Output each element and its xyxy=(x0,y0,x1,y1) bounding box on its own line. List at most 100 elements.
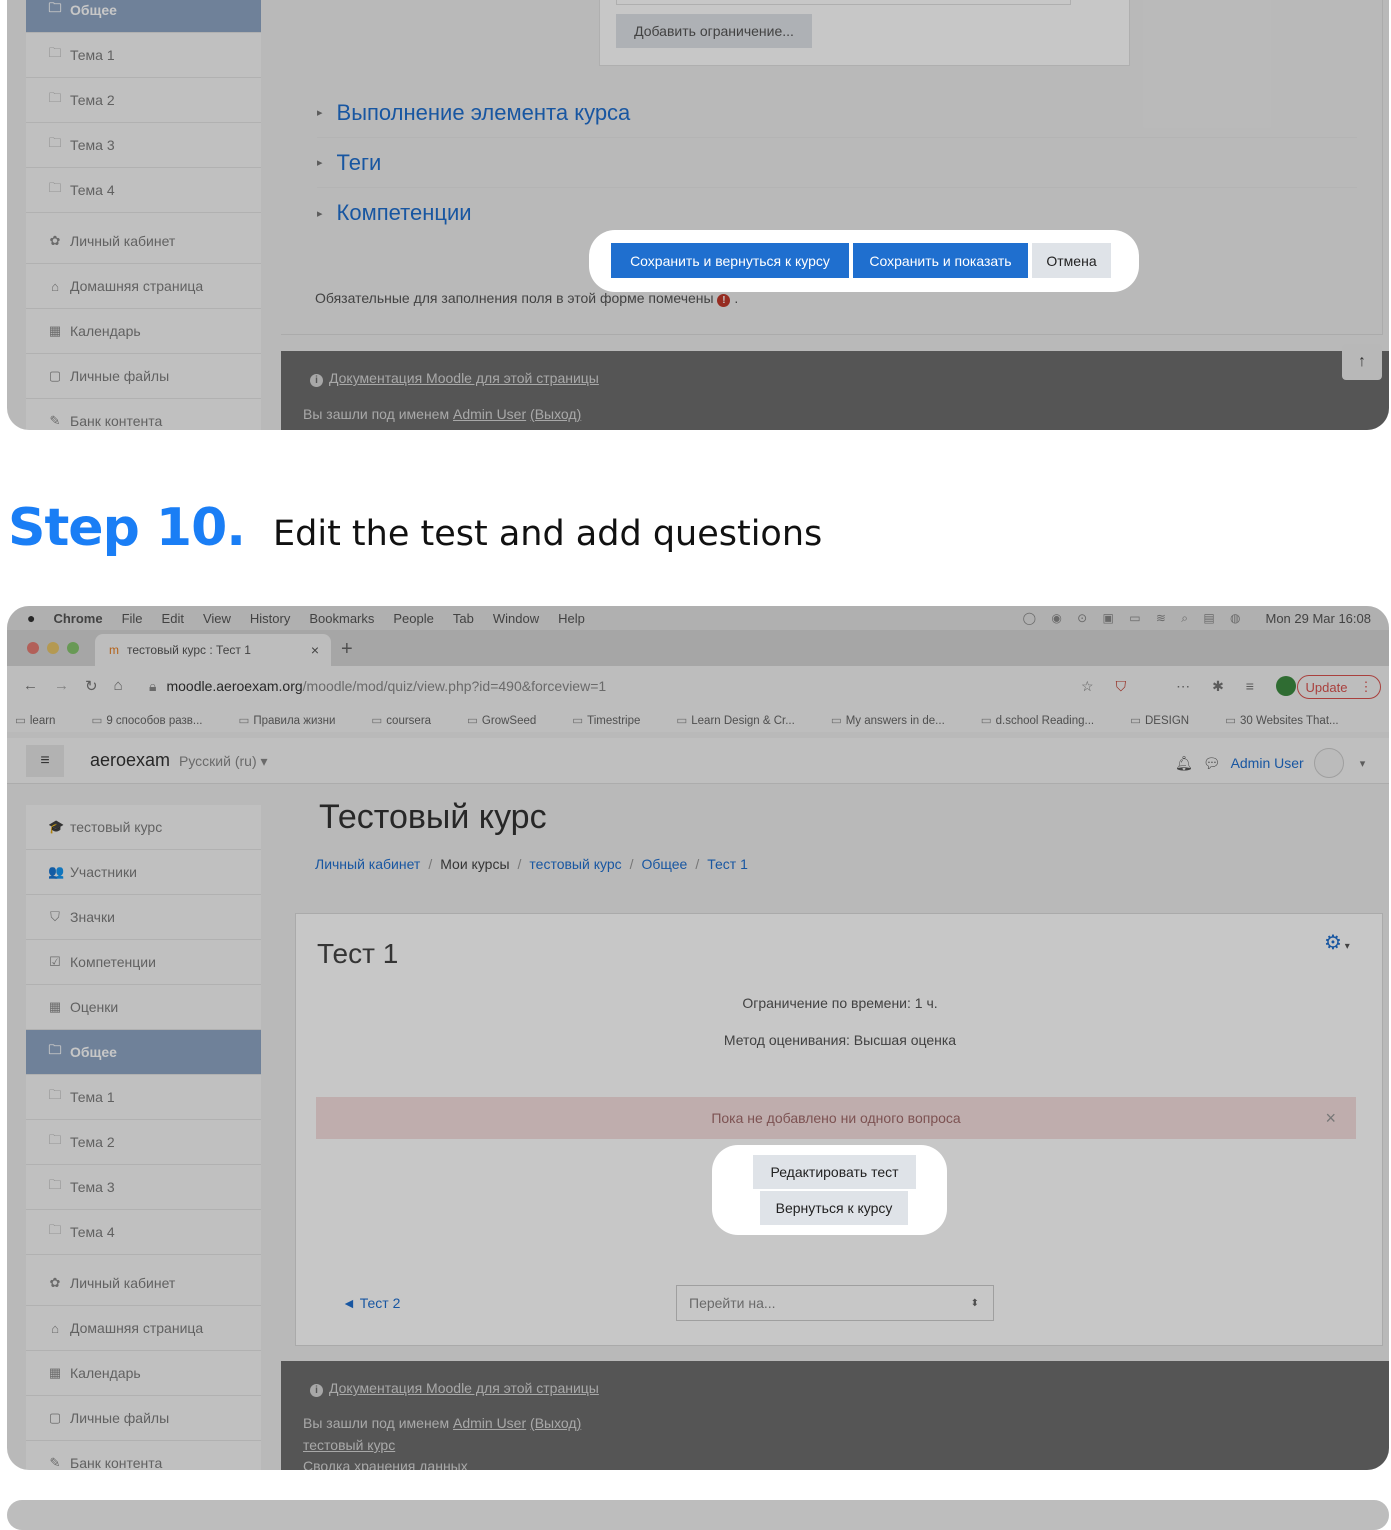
menu-item-tab[interactable]: Tab xyxy=(453,611,474,626)
menu-item-edit[interactable]: Edit xyxy=(162,611,184,626)
save-show-button[interactable]: Сохранить и показать xyxy=(853,243,1028,278)
sidebar-item-5[interactable]: 🗀 Тема 4 xyxy=(26,168,261,213)
sidebar-item-4[interactable]: ☑ Компетенции xyxy=(26,940,261,985)
sidebar-item-14[interactable]: ▢ Личные файлы xyxy=(26,1396,261,1441)
user-name[interactable]: Admin User xyxy=(1231,755,1304,771)
url-field[interactable]: 🔒︎ moodle.aeroexam.org/moodle/mod/quiz/vi… xyxy=(149,678,606,695)
logout-link[interactable]: (Выход) xyxy=(530,406,581,422)
bookmark-item[interactable]: ▭ 30 Websites That... xyxy=(1225,713,1357,727)
chat-icon[interactable]: 💬︎ xyxy=(1203,755,1221,772)
cancel-button[interactable]: Отмена xyxy=(1032,243,1111,278)
bookmark-item[interactable]: ▭ d.school Reading... xyxy=(981,713,1112,727)
settings-menu[interactable]: ⚙ ▾ xyxy=(1324,930,1350,955)
save-return-button[interactable]: Сохранить и вернуться к курсу xyxy=(611,243,849,278)
forward-icon[interactable]: → xyxy=(54,677,69,695)
sidebar-item-11[interactable]: ✿ Личный кабинет xyxy=(26,1261,261,1306)
minimize-window-icon[interactable] xyxy=(47,642,59,654)
new-tab-button[interactable]: + xyxy=(341,638,353,661)
jump-to-select[interactable]: Перейти на... ⬍ xyxy=(676,1285,994,1321)
sidebar-item-8[interactable]: 🗀 Тема 2 xyxy=(26,1120,261,1165)
breadcrumb-item[interactable]: тестовый курс xyxy=(529,856,621,872)
home-icon[interactable]: ⌂ xyxy=(114,677,123,695)
bookmark-item[interactable]: ▭ 9 способов разв... xyxy=(91,713,220,727)
close-alert-icon[interactable]: × xyxy=(1325,1108,1336,1129)
menu-item-people[interactable]: People xyxy=(393,611,433,626)
user-link[interactable]: Admin User xyxy=(453,406,526,422)
sidebar-item-3[interactable]: ⛉ Значки xyxy=(26,895,261,940)
bookmark-item[interactable]: ▭ GrowSeed xyxy=(467,713,554,727)
sidebar-item-9[interactable]: 🗀 Тема 3 xyxy=(26,1165,261,1210)
sidebar-item-9[interactable]: ▢ Личные файлы xyxy=(26,354,261,399)
bookmark-item[interactable]: ▭ coursera xyxy=(371,713,449,727)
bookmark-item[interactable]: ▭ DESIGN xyxy=(1130,713,1207,727)
sidebar-item-10[interactable]: ✎ Банк контента xyxy=(26,399,261,430)
reading-list-icon[interactable]: ≡ xyxy=(1246,678,1254,694)
extension-icon[interactable]: ⋯ xyxy=(1176,678,1190,695)
add-restriction-button[interactable]: Добавить ограничение... xyxy=(616,14,812,48)
sidebar-item-1[interactable]: 🗀 Общее xyxy=(26,0,261,33)
profile-avatar-icon[interactable] xyxy=(1275,676,1296,696)
menu-item-chrome[interactable]: Chrome xyxy=(53,611,102,626)
maximize-window-icon[interactable] xyxy=(67,642,79,654)
section-completion[interactable]: ▸ Выполнение элемента курса xyxy=(317,88,1357,138)
bell-icon[interactable]: 🔔︎ xyxy=(1175,755,1193,772)
bookmark-item[interactable]: ▭ learn xyxy=(15,713,73,727)
logout-link[interactable]: (Выход) xyxy=(530,1415,581,1431)
sidebar-item-12[interactable]: ⌂ Домашняя страница xyxy=(26,1306,261,1351)
graduation-cap-icon: 🎓 xyxy=(48,819,65,834)
previous-activity-link[interactable]: ◄ Тест 2 xyxy=(342,1295,400,1311)
data-retention-link[interactable]: Сводка хранения данных xyxy=(303,1458,468,1470)
edit-quiz-button[interactable]: Редактировать тест xyxy=(753,1155,916,1189)
sidebar-item-2[interactable]: 👥 Участники xyxy=(26,850,261,895)
sidebar-item-8[interactable]: ▦ Календарь xyxy=(26,309,261,354)
breadcrumb-item[interactable]: Общее xyxy=(642,856,688,872)
sidebar-item-2[interactable]: 🗀 Тема 1 xyxy=(26,33,261,78)
sidebar-item-3[interactable]: 🗀 Тема 2 xyxy=(26,78,261,123)
hamburger-button[interactable]: ≡ xyxy=(26,745,64,777)
language-menu[interactable]: Русский (ru) ▾ xyxy=(179,753,268,770)
section-tags[interactable]: ▸ Теги xyxy=(317,138,1357,188)
breadcrumb-item[interactable]: Личный кабинет xyxy=(315,856,420,872)
bookmark-item[interactable]: ▭ Learn Design & Cr... xyxy=(676,713,812,727)
site-name[interactable]: aeroexam xyxy=(90,750,170,771)
sidebar-item-6[interactable]: ✿ Личный кабинет xyxy=(26,219,261,264)
reload-icon[interactable]: ↻ xyxy=(85,677,98,695)
menu-item-bookmarks[interactable]: Bookmarks xyxy=(309,611,374,626)
bookmark-item[interactable]: ▭ Timestripe xyxy=(572,713,658,727)
apple-icon[interactable]: ● xyxy=(27,610,35,626)
docs-link[interactable]: Документация Moodle для этой страницы xyxy=(329,1380,599,1396)
bookmark-item[interactable]: ▭ Правила жизни xyxy=(238,713,353,727)
sidebar-item-1[interactable]: 🎓 тестовый курс xyxy=(26,805,261,850)
user-link[interactable]: Admin User xyxy=(453,1415,526,1431)
sidebar-item-10[interactable]: 🗀 Тема 4 xyxy=(26,1210,261,1255)
shield-extension-icon[interactable]: ⛉ xyxy=(1116,678,1127,695)
menu-item-file[interactable]: File xyxy=(122,611,143,626)
menu-item-view[interactable]: View xyxy=(203,611,231,626)
close-tab-icon[interactable]: × xyxy=(311,642,319,658)
close-window-icon[interactable] xyxy=(27,642,39,654)
chevron-down-icon[interactable]: ▾ xyxy=(1360,757,1366,770)
star-icon[interactable]: ☆ xyxy=(1081,678,1094,695)
user-menu[interactable]: 🔔︎ 💬︎ Admin User ▾ xyxy=(1175,748,1365,778)
sidebar-item-13[interactable]: ▦ Календарь xyxy=(26,1351,261,1396)
sidebar-item-7[interactable]: ⌂ Домашняя страница xyxy=(26,264,261,309)
sidebar-item-5[interactable]: ▦ Оценки xyxy=(26,985,261,1030)
return-to-course-button[interactable]: Вернуться к курсу xyxy=(760,1191,908,1225)
avatar[interactable] xyxy=(1313,748,1344,778)
course-link[interactable]: тестовый курс xyxy=(303,1437,395,1453)
breadcrumb-item[interactable]: Тест 1 xyxy=(707,856,748,872)
sidebar-item-4[interactable]: 🗀 Тема 3 xyxy=(26,123,261,168)
browser-tab[interactable]: m тестовый курс : Тест 1 × xyxy=(95,634,331,666)
sidebar-item-7[interactable]: 🗀 Тема 1 xyxy=(26,1075,261,1120)
menu-item-window[interactable]: Window xyxy=(493,611,539,626)
sidebar-item-15[interactable]: ✎ Банк контента xyxy=(26,1441,261,1470)
menu-item-help[interactable]: Help xyxy=(558,611,585,626)
back-to-top-button[interactable]: ↑ xyxy=(1342,344,1382,380)
puzzle-icon[interactable]: ✱ xyxy=(1212,678,1224,695)
sidebar-item-6[interactable]: 🗀 Общее xyxy=(26,1030,261,1075)
update-button[interactable]: Update ⋮ xyxy=(1297,675,1381,699)
back-icon[interactable]: ← xyxy=(23,677,38,695)
bookmark-item[interactable]: ▭ My answers in de... xyxy=(831,713,963,727)
docs-link[interactable]: Документация Moodle для этой страницы xyxy=(329,370,599,386)
menu-item-history[interactable]: History xyxy=(250,611,290,626)
